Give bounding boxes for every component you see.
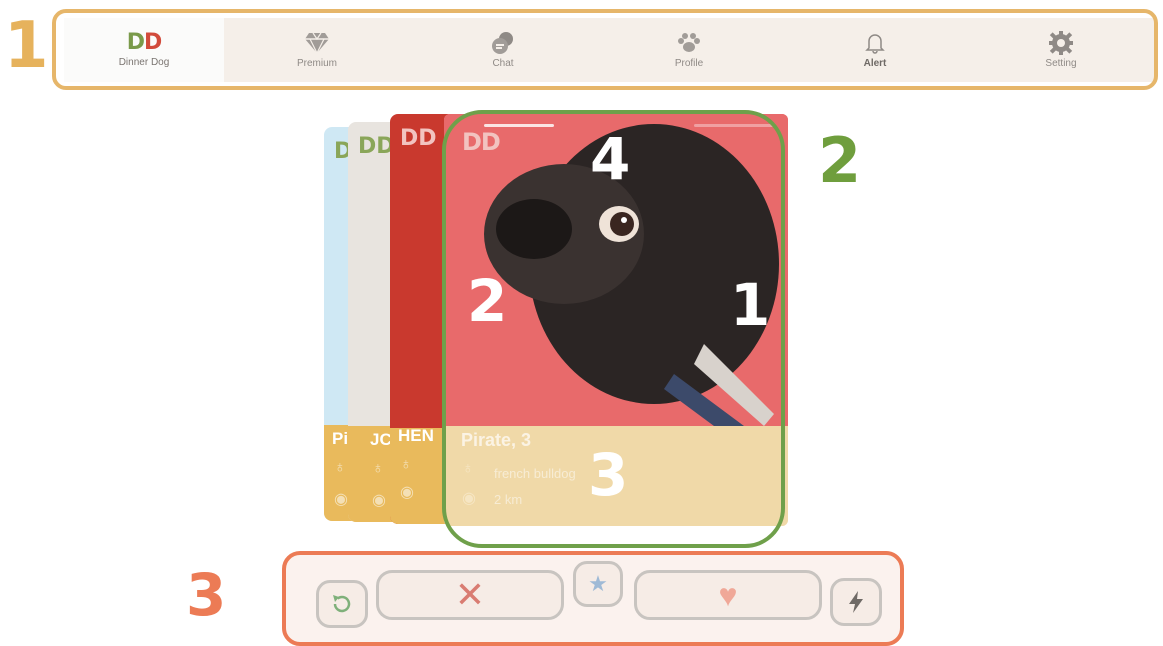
heart-icon: ♥ — [718, 576, 738, 613]
card-highlight-frame — [442, 110, 785, 548]
super-like-button[interactable]: ★ — [573, 561, 623, 607]
location-icon: ◉ — [334, 491, 348, 508]
like-button[interactable]: ♥ — [634, 570, 822, 620]
close-icon: ✕ — [454, 574, 486, 615]
card-logo: DD — [400, 126, 437, 151]
annotation-3: 3 — [186, 561, 227, 629]
award-icon: ♁ — [372, 460, 384, 477]
stacked-card-name: HEN — [398, 426, 434, 445]
stacked-card-name: JC — [370, 430, 392, 449]
nope-button[interactable]: ✕ — [376, 570, 564, 620]
rewind-icon — [333, 595, 351, 613]
undo-button[interactable] — [316, 580, 368, 628]
lightning-icon — [849, 591, 863, 613]
location-icon: ◉ — [372, 492, 386, 509]
award-icon: ♁ — [334, 459, 346, 476]
location-icon: ◉ — [400, 484, 414, 501]
boost-button[interactable] — [830, 578, 882, 626]
award-icon: ♁ — [400, 456, 412, 473]
nav-highlight-frame — [52, 9, 1158, 90]
annotation-1: 1 — [4, 9, 49, 83]
annotation-2: 2 — [818, 124, 862, 197]
star-icon: ★ — [588, 571, 608, 596]
